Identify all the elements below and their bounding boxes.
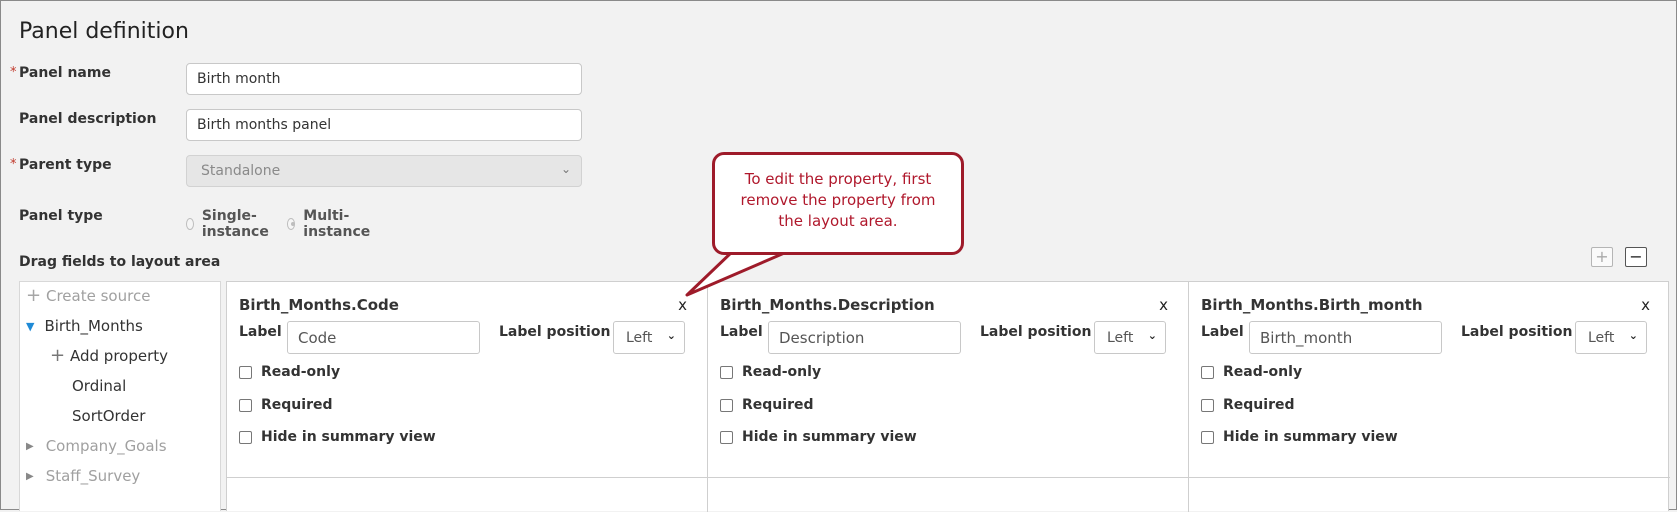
panel-definition-window: Panel definition * Panel name Panel desc… (0, 0, 1677, 512)
callout-pointer-cover (737, 248, 783, 252)
